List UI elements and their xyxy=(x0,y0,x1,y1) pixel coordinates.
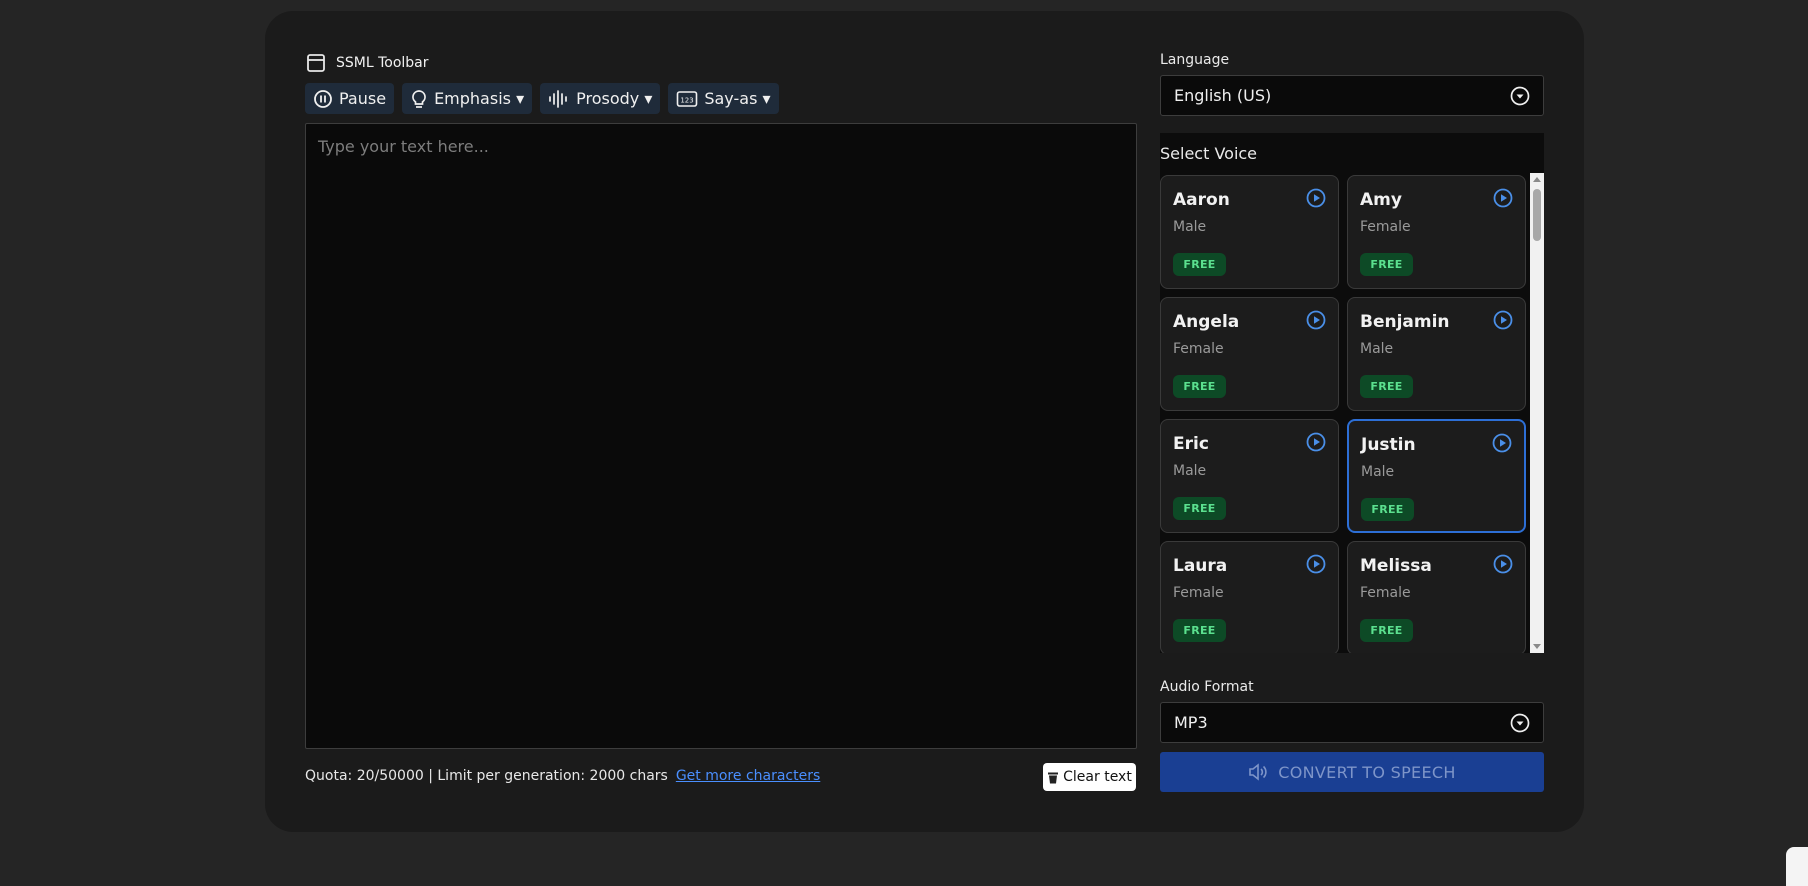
say-as-button[interactable]: 123 Say-as ▾ xyxy=(668,83,779,114)
voice-gender: Female xyxy=(1173,341,1224,357)
free-badge: FREE xyxy=(1360,375,1413,398)
chevron-down-icon xyxy=(1510,713,1530,732)
language-label: Language xyxy=(1160,52,1230,68)
voice-list-scrollbar[interactable] xyxy=(1530,173,1544,653)
lightbulb-icon xyxy=(412,89,426,108)
play-preview-icon[interactable] xyxy=(1493,554,1513,574)
scroll-up-arrow[interactable] xyxy=(1533,177,1541,182)
speaker-icon xyxy=(1249,763,1267,781)
svg-text:123: 123 xyxy=(681,96,694,104)
voice-card[interactable]: Eric Male FREE xyxy=(1160,419,1339,533)
free-badge: FREE xyxy=(1361,498,1414,521)
voice-card[interactable]: Melissa Female FREE xyxy=(1347,541,1526,653)
voice-gender: Male xyxy=(1361,464,1395,480)
voice-name: Eric xyxy=(1173,434,1209,454)
voice-gender: Male xyxy=(1173,219,1207,235)
prosody-button[interactable]: Prosody ▾ xyxy=(540,83,661,114)
free-badge: FREE xyxy=(1173,375,1226,398)
tts-panel: SSML Toolbar Pause Emphasis ▾ Prosody ▾ … xyxy=(265,11,1584,832)
free-badge: FREE xyxy=(1360,253,1413,276)
voice-gender: Female xyxy=(1360,585,1411,601)
voice-gender: Female xyxy=(1360,219,1411,235)
numbers-icon: 123 xyxy=(677,90,698,107)
recaptcha-badge[interactable] xyxy=(1786,847,1808,886)
pause-label: Pause xyxy=(339,89,387,108)
select-voice-header: Select Voice xyxy=(1160,133,1544,173)
voice-grid: Aaron Male FREE Amy Female FREE Angela Female FR… xyxy=(1160,175,1526,653)
voice-name: Melissa xyxy=(1360,556,1432,576)
voice-gender: Female xyxy=(1173,585,1224,601)
audio-format-value: MP3 xyxy=(1174,713,1208,732)
play-preview-icon[interactable] xyxy=(1306,554,1326,574)
free-badge: FREE xyxy=(1173,497,1226,520)
voice-name: Benjamin xyxy=(1360,312,1450,332)
voice-card[interactable]: Laura Female FREE xyxy=(1160,541,1339,653)
convert-label: CONVERT TO SPEECH xyxy=(1278,762,1456,782)
play-preview-icon[interactable] xyxy=(1306,432,1326,452)
voice-card[interactable]: Amy Female FREE xyxy=(1347,175,1526,289)
clear-text-label: Clear text xyxy=(1063,769,1132,785)
audio-format-label: Audio Format xyxy=(1160,679,1254,695)
say-as-label: Say-as ▾ xyxy=(704,89,771,108)
voice-name: Amy xyxy=(1360,190,1402,210)
quota-text: Quota: 20/50000 | Limit per generation: … xyxy=(305,768,668,784)
ssml-toolbar-header: SSML Toolbar xyxy=(306,53,429,73)
layout-icon xyxy=(307,54,325,72)
pause-button[interactable]: Pause xyxy=(305,83,395,114)
play-preview-icon[interactable] xyxy=(1493,188,1513,208)
voice-card[interactable]: Angela Female FREE xyxy=(1160,297,1339,411)
play-preview-icon[interactable] xyxy=(1492,433,1512,453)
convert-to-speech-button[interactable]: CONVERT TO SPEECH xyxy=(1160,752,1544,792)
voice-list[interactable]: Aaron Male FREE Amy Female FREE Angela Female FR… xyxy=(1160,173,1544,653)
free-badge: FREE xyxy=(1173,619,1226,642)
voice-name: Aaron xyxy=(1173,190,1230,210)
play-preview-icon[interactable] xyxy=(1306,188,1326,208)
ssml-toolbar: Pause Emphasis ▾ Prosody ▾ 123 Say-as ▾ xyxy=(305,83,779,114)
emphasis-label: Emphasis ▾ xyxy=(434,89,525,108)
scroll-thumb[interactable] xyxy=(1533,189,1541,241)
waveform-icon xyxy=(549,89,567,108)
voice-card[interactable]: Aaron Male FREE xyxy=(1160,175,1339,289)
voice-gender: Male xyxy=(1360,341,1394,357)
prosody-label: Prosody ▾ xyxy=(576,89,653,108)
emphasis-button[interactable]: Emphasis ▾ xyxy=(402,83,533,114)
scroll-down-arrow[interactable] xyxy=(1533,644,1541,649)
language-value: English (US) xyxy=(1174,86,1272,105)
get-more-characters-link[interactable]: Get more characters xyxy=(676,768,820,784)
voice-gender: Male xyxy=(1173,463,1207,479)
quota-info: Quota: 20/50000 | Limit per generation: … xyxy=(305,768,820,784)
free-badge: FREE xyxy=(1173,253,1226,276)
select-voice-label: Select Voice xyxy=(1160,144,1258,163)
voice-card[interactable]: Justin Male FREE xyxy=(1347,419,1526,533)
voice-name: Angela xyxy=(1173,312,1240,332)
language-select[interactable]: English (US) xyxy=(1160,75,1544,116)
trash-icon xyxy=(1048,772,1059,783)
play-preview-icon[interactable] xyxy=(1306,310,1326,330)
audio-format-select[interactable]: MP3 xyxy=(1160,702,1544,743)
play-preview-icon[interactable] xyxy=(1493,310,1513,330)
voice-name: Justin xyxy=(1361,435,1416,455)
voice-card[interactable]: Benjamin Male FREE xyxy=(1347,297,1526,411)
toolbar-title: SSML Toolbar xyxy=(336,55,429,71)
free-badge: FREE xyxy=(1360,619,1413,642)
clear-text-button[interactable]: Clear text xyxy=(1043,763,1136,791)
voice-name: Laura xyxy=(1173,556,1228,576)
text-input[interactable] xyxy=(305,123,1137,749)
chevron-down-icon xyxy=(1510,86,1530,105)
pause-icon xyxy=(314,89,332,108)
